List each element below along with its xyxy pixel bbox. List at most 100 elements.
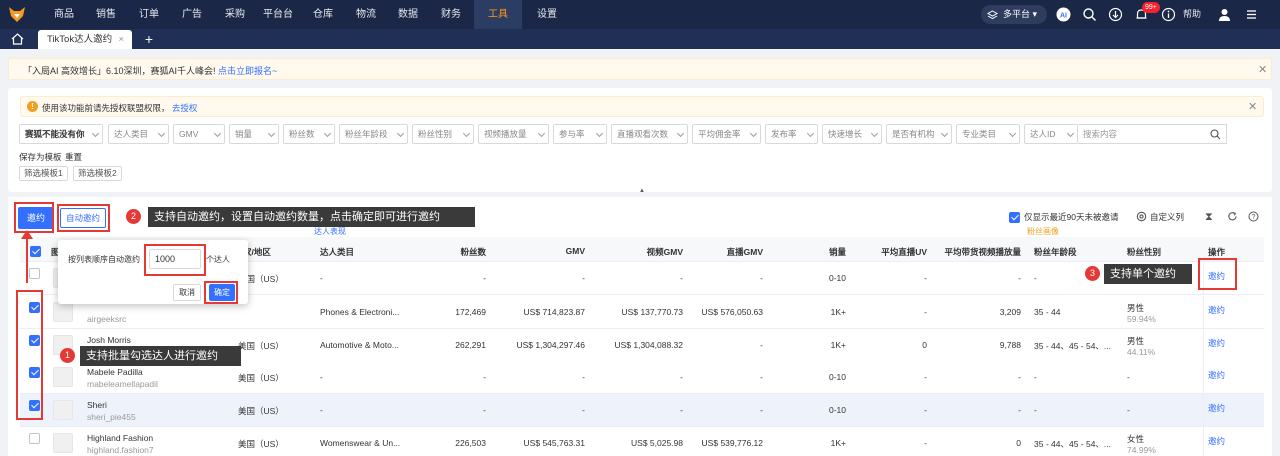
hourglass-icon[interactable]: ⧗ bbox=[1205, 211, 1213, 224]
nav-item-11[interactable]: 设置 bbox=[527, 0, 567, 29]
search-icon[interactable] bbox=[1210, 128, 1221, 146]
download-icon[interactable] bbox=[1108, 7, 1123, 22]
nav-item-0[interactable]: 商品 bbox=[44, 0, 84, 29]
svg-text:AI: AI bbox=[1060, 13, 1067, 20]
invite-link[interactable]: 邀约 bbox=[1208, 402, 1225, 414]
creator-sales: 0-10 bbox=[828, 372, 846, 382]
filter-select-12[interactable]: 快速增长 bbox=[822, 124, 882, 144]
fox-logo-icon[interactable] bbox=[8, 6, 26, 23]
cancel-button[interactable]: 取消 bbox=[173, 284, 201, 301]
creator-name[interactable]: Mabele Padilla bbox=[87, 367, 143, 377]
nav-item-4[interactable]: 采购 bbox=[215, 0, 255, 29]
creator-avg-live-uv: - bbox=[924, 438, 927, 448]
nav-item-1[interactable]: 销售 bbox=[86, 0, 126, 29]
add-tab-button[interactable]: + bbox=[141, 30, 157, 48]
filter-template-1[interactable]: 筛选模板1 bbox=[19, 166, 68, 181]
info-icon[interactable] bbox=[1161, 7, 1176, 22]
creator-avatar bbox=[53, 302, 73, 322]
nav-item-10[interactable]: 工具 bbox=[474, 0, 522, 29]
annotation-arrow bbox=[26, 236, 28, 283]
creator-name[interactable]: Sheri bbox=[87, 400, 107, 410]
creator-sales: 1K+ bbox=[830, 438, 846, 448]
creator-avg-live-uv: - bbox=[924, 372, 927, 382]
close-icon[interactable]: ✕ bbox=[1258, 63, 1267, 76]
filter-select-7[interactable]: 视频播放量 bbox=[478, 124, 549, 144]
annotation-box bbox=[144, 244, 206, 276]
col-gmv[interactable]: GMV bbox=[500, 246, 585, 256]
ai-assistant-icon[interactable]: AI bbox=[1056, 7, 1071, 22]
reset-button[interactable]: 重置 bbox=[65, 151, 82, 163]
col-video-gmv[interactable]: 视频GMV bbox=[600, 246, 683, 258]
filter-select-6[interactable]: 粉丝性别 bbox=[412, 124, 474, 144]
close-tab-icon[interactable]: × bbox=[118, 30, 124, 49]
refresh-icon[interactable] bbox=[1227, 211, 1238, 225]
creator-name[interactable]: Josh Morris bbox=[87, 335, 131, 345]
invite-link[interactable]: 邀约 bbox=[1208, 337, 1225, 349]
promo-text: 「入局AI 高效增长」6.10深圳，赛狐AI千人峰会! bbox=[23, 66, 219, 76]
creator-avg-video-play: 9,788 bbox=[999, 340, 1021, 350]
nav-item-5[interactable]: 平台台 bbox=[258, 0, 298, 29]
col-avg-live-uv[interactable]: 平均直播UV bbox=[860, 246, 927, 258]
platform-label: 多平台 bbox=[1003, 9, 1031, 19]
nav-item-9[interactable]: 财务 bbox=[431, 0, 471, 29]
annotation-box bbox=[57, 204, 110, 232]
collapse-filter-icon[interactable]: ▲ bbox=[636, 188, 648, 195]
filter-select-1[interactable]: 达人类目 bbox=[108, 124, 169, 144]
filter-select-4[interactable]: 粉丝数 bbox=[283, 124, 335, 144]
nav-item-8[interactable]: 数据 bbox=[388, 0, 428, 29]
invite-link[interactable]: 邀约 bbox=[1208, 304, 1225, 316]
filter-select-13[interactable]: 是否有机构 bbox=[886, 124, 952, 144]
custom-columns-button[interactable]: 自定义列 bbox=[1150, 211, 1184, 223]
col-live-gmv[interactable]: 直播GMV bbox=[690, 246, 763, 258]
invite-link[interactable]: 邀约 bbox=[1208, 369, 1225, 381]
filter-select-0[interactable]: 赛狐不能没有你 bbox=[19, 124, 103, 144]
promo-link[interactable]: 点击立即报名~ bbox=[218, 66, 277, 76]
collapse-menu-icon[interactable] bbox=[1244, 7, 1259, 22]
chevron-down-icon bbox=[91, 129, 100, 138]
close-icon[interactable]: ✕ bbox=[1248, 100, 1257, 113]
warning-icon: ! bbox=[27, 101, 38, 112]
only-90-days-checkbox[interactable] bbox=[1009, 212, 1020, 223]
col-fans[interactable]: 粉丝数 bbox=[420, 246, 486, 258]
search-icon[interactable] bbox=[1082, 7, 1097, 22]
save-template-button[interactable]: 保存为模板 bbox=[19, 151, 62, 163]
filter-select-5[interactable]: 粉丝年龄段 bbox=[339, 124, 408, 144]
filter-select-15[interactable]: 达人ID bbox=[1024, 124, 1078, 144]
platform-switcher[interactable]: 多平台 ▾ bbox=[981, 5, 1047, 24]
help-icon[interactable]: ? bbox=[1248, 211, 1259, 225]
invite-link[interactable]: 邀约 bbox=[1208, 435, 1225, 447]
filter-select-label: 发布率 bbox=[771, 129, 797, 139]
filter-select-label: GMV bbox=[179, 129, 199, 139]
creator-name[interactable]: Highland Fashion bbox=[87, 433, 153, 443]
tab-bar bbox=[0, 29, 1280, 49]
filter-template-2[interactable]: 筛选模板2 bbox=[73, 166, 122, 181]
authorize-link[interactable]: 去授权 bbox=[172, 103, 198, 113]
nav-item-7[interactable]: 物流 bbox=[346, 0, 386, 29]
col-sales[interactable]: 销量 bbox=[790, 246, 846, 258]
settings-icon[interactable] bbox=[1136, 211, 1147, 224]
tab-tiktok-invite[interactable]: TikTok达人邀约 × bbox=[38, 30, 132, 49]
creator-avg-live-uv: - bbox=[924, 273, 927, 283]
home-icon[interactable] bbox=[11, 33, 24, 47]
creator-fan-age: 35 - 44 bbox=[1034, 307, 1061, 317]
user-avatar-icon[interactable] bbox=[1217, 7, 1232, 22]
creator-sales: 0-10 bbox=[828, 405, 846, 415]
filter-select-9[interactable]: 直播观看次数 bbox=[611, 124, 688, 144]
nav-item-3[interactable]: 广告 bbox=[172, 0, 212, 29]
nav-item-6[interactable]: 仓库 bbox=[303, 0, 343, 29]
help-link[interactable]: 帮助 bbox=[1183, 0, 1201, 29]
nav-item-2[interactable]: 订单 bbox=[129, 0, 169, 29]
row-checkbox[interactable] bbox=[29, 433, 40, 444]
filter-select-3[interactable]: 销量 bbox=[229, 124, 279, 144]
search-input[interactable]: 搜索内容 bbox=[1078, 124, 1227, 144]
col-avg-video-play[interactable]: 平均带货视频播放量 bbox=[930, 246, 1021, 258]
filter-select-14[interactable]: 专业类目 bbox=[956, 124, 1020, 144]
select-all-checkbox[interactable] bbox=[30, 246, 41, 257]
filter-select-2[interactable]: GMV bbox=[173, 124, 225, 144]
chevron-down-icon bbox=[676, 129, 685, 138]
creator-category: Phones & Electroni... bbox=[320, 307, 400, 317]
filter-select-10[interactable]: 平均佣金率 bbox=[692, 124, 761, 144]
filter-select-8[interactable]: 参与率 bbox=[553, 124, 607, 144]
row-checkbox[interactable] bbox=[29, 268, 40, 279]
filter-select-11[interactable]: 发布率 bbox=[765, 124, 818, 144]
